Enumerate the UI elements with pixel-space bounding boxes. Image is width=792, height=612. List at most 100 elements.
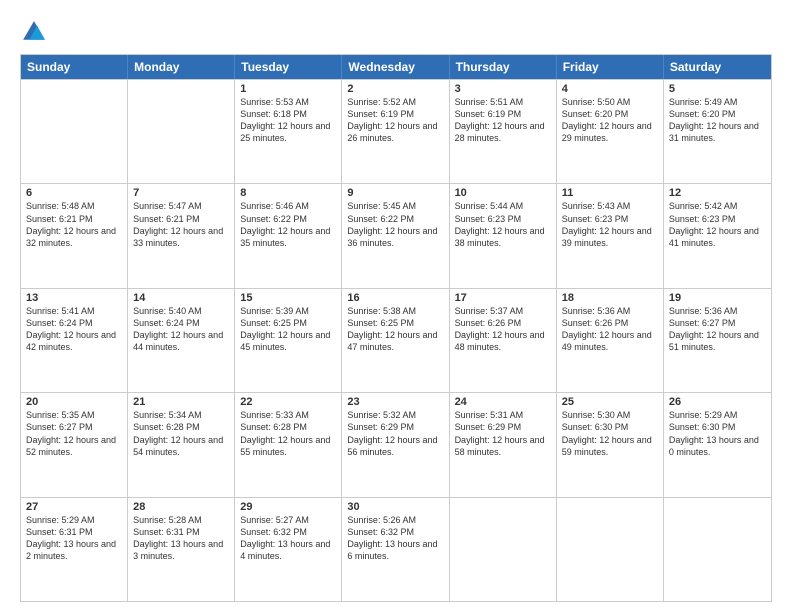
calendar-row: 20Sunrise: 5:35 AM Sunset: 6:27 PM Dayli…: [21, 392, 771, 496]
calendar-cell: [128, 80, 235, 183]
day-info: Sunrise: 5:50 AM Sunset: 6:20 PM Dayligh…: [562, 96, 658, 145]
day-info: Sunrise: 5:53 AM Sunset: 6:18 PM Dayligh…: [240, 96, 336, 145]
calendar-row: 27Sunrise: 5:29 AM Sunset: 6:31 PM Dayli…: [21, 497, 771, 601]
day-number: 15: [240, 292, 336, 304]
day-info: Sunrise: 5:46 AM Sunset: 6:22 PM Dayligh…: [240, 200, 336, 249]
calendar-cell: 2Sunrise: 5:52 AM Sunset: 6:19 PM Daylig…: [342, 80, 449, 183]
day-number: 26: [669, 396, 766, 408]
day-number: 1: [240, 83, 336, 95]
day-info: Sunrise: 5:26 AM Sunset: 6:32 PM Dayligh…: [347, 514, 443, 563]
calendar-cell: 20Sunrise: 5:35 AM Sunset: 6:27 PM Dayli…: [21, 393, 128, 496]
calendar-cell: [450, 498, 557, 601]
day-number: 29: [240, 501, 336, 513]
calendar: SundayMondayTuesdayWednesdayThursdayFrid…: [20, 54, 772, 602]
calendar-cell: 18Sunrise: 5:36 AM Sunset: 6:26 PM Dayli…: [557, 289, 664, 392]
calendar-header: SundayMondayTuesdayWednesdayThursdayFrid…: [21, 55, 771, 79]
calendar-cell: 28Sunrise: 5:28 AM Sunset: 6:31 PM Dayli…: [128, 498, 235, 601]
day-info: Sunrise: 5:27 AM Sunset: 6:32 PM Dayligh…: [240, 514, 336, 563]
day-number: 16: [347, 292, 443, 304]
day-number: 21: [133, 396, 229, 408]
day-number: 7: [133, 187, 229, 199]
calendar-cell: 15Sunrise: 5:39 AM Sunset: 6:25 PM Dayli…: [235, 289, 342, 392]
day-info: Sunrise: 5:40 AM Sunset: 6:24 PM Dayligh…: [133, 305, 229, 354]
calendar-cell: 22Sunrise: 5:33 AM Sunset: 6:28 PM Dayli…: [235, 393, 342, 496]
calendar-cell: 30Sunrise: 5:26 AM Sunset: 6:32 PM Dayli…: [342, 498, 449, 601]
weekday-header: Tuesday: [235, 55, 342, 79]
day-info: Sunrise: 5:35 AM Sunset: 6:27 PM Dayligh…: [26, 409, 122, 458]
day-info: Sunrise: 5:52 AM Sunset: 6:19 PM Dayligh…: [347, 96, 443, 145]
day-number: 30: [347, 501, 443, 513]
day-info: Sunrise: 5:28 AM Sunset: 6:31 PM Dayligh…: [133, 514, 229, 563]
weekday-header: Thursday: [450, 55, 557, 79]
calendar-cell: 1Sunrise: 5:53 AM Sunset: 6:18 PM Daylig…: [235, 80, 342, 183]
calendar-cell: [664, 498, 771, 601]
day-info: Sunrise: 5:33 AM Sunset: 6:28 PM Dayligh…: [240, 409, 336, 458]
day-info: Sunrise: 5:36 AM Sunset: 6:27 PM Dayligh…: [669, 305, 766, 354]
day-info: Sunrise: 5:34 AM Sunset: 6:28 PM Dayligh…: [133, 409, 229, 458]
calendar-cell: 3Sunrise: 5:51 AM Sunset: 6:19 PM Daylig…: [450, 80, 557, 183]
day-number: 22: [240, 396, 336, 408]
weekday-header: Saturday: [664, 55, 771, 79]
day-number: 25: [562, 396, 658, 408]
day-info: Sunrise: 5:39 AM Sunset: 6:25 PM Dayligh…: [240, 305, 336, 354]
calendar-cell: 19Sunrise: 5:36 AM Sunset: 6:27 PM Dayli…: [664, 289, 771, 392]
calendar-cell: 21Sunrise: 5:34 AM Sunset: 6:28 PM Dayli…: [128, 393, 235, 496]
day-info: Sunrise: 5:45 AM Sunset: 6:22 PM Dayligh…: [347, 200, 443, 249]
day-info: Sunrise: 5:43 AM Sunset: 6:23 PM Dayligh…: [562, 200, 658, 249]
calendar-cell: 4Sunrise: 5:50 AM Sunset: 6:20 PM Daylig…: [557, 80, 664, 183]
day-number: 8: [240, 187, 336, 199]
weekday-header: Monday: [128, 55, 235, 79]
day-number: 10: [455, 187, 551, 199]
day-info: Sunrise: 5:32 AM Sunset: 6:29 PM Dayligh…: [347, 409, 443, 458]
day-info: Sunrise: 5:49 AM Sunset: 6:20 PM Dayligh…: [669, 96, 766, 145]
calendar-cell: 13Sunrise: 5:41 AM Sunset: 6:24 PM Dayli…: [21, 289, 128, 392]
calendar-row: 6Sunrise: 5:48 AM Sunset: 6:21 PM Daylig…: [21, 183, 771, 287]
calendar-row: 1Sunrise: 5:53 AM Sunset: 6:18 PM Daylig…: [21, 79, 771, 183]
day-info: Sunrise: 5:51 AM Sunset: 6:19 PM Dayligh…: [455, 96, 551, 145]
day-info: Sunrise: 5:48 AM Sunset: 6:21 PM Dayligh…: [26, 200, 122, 249]
day-number: 5: [669, 83, 766, 95]
calendar-cell: 24Sunrise: 5:31 AM Sunset: 6:29 PM Dayli…: [450, 393, 557, 496]
logo: [20, 18, 52, 46]
day-number: 6: [26, 187, 122, 199]
day-number: 14: [133, 292, 229, 304]
day-number: 28: [133, 501, 229, 513]
calendar-cell: 5Sunrise: 5:49 AM Sunset: 6:20 PM Daylig…: [664, 80, 771, 183]
day-number: 18: [562, 292, 658, 304]
day-info: Sunrise: 5:38 AM Sunset: 6:25 PM Dayligh…: [347, 305, 443, 354]
calendar-cell: 6Sunrise: 5:48 AM Sunset: 6:21 PM Daylig…: [21, 184, 128, 287]
day-info: Sunrise: 5:36 AM Sunset: 6:26 PM Dayligh…: [562, 305, 658, 354]
day-number: 19: [669, 292, 766, 304]
weekday-header: Wednesday: [342, 55, 449, 79]
day-number: 2: [347, 83, 443, 95]
day-info: Sunrise: 5:44 AM Sunset: 6:23 PM Dayligh…: [455, 200, 551, 249]
calendar-row: 13Sunrise: 5:41 AM Sunset: 6:24 PM Dayli…: [21, 288, 771, 392]
calendar-cell: 7Sunrise: 5:47 AM Sunset: 6:21 PM Daylig…: [128, 184, 235, 287]
day-info: Sunrise: 5:29 AM Sunset: 6:30 PM Dayligh…: [669, 409, 766, 458]
day-number: 20: [26, 396, 122, 408]
day-number: 17: [455, 292, 551, 304]
day-number: 23: [347, 396, 443, 408]
day-number: 3: [455, 83, 551, 95]
page-header: [20, 18, 772, 46]
calendar-cell: 12Sunrise: 5:42 AM Sunset: 6:23 PM Dayli…: [664, 184, 771, 287]
calendar-cell: 14Sunrise: 5:40 AM Sunset: 6:24 PM Dayli…: [128, 289, 235, 392]
day-info: Sunrise: 5:47 AM Sunset: 6:21 PM Dayligh…: [133, 200, 229, 249]
day-info: Sunrise: 5:42 AM Sunset: 6:23 PM Dayligh…: [669, 200, 766, 249]
day-info: Sunrise: 5:41 AM Sunset: 6:24 PM Dayligh…: [26, 305, 122, 354]
weekday-header: Friday: [557, 55, 664, 79]
day-number: 13: [26, 292, 122, 304]
day-number: 4: [562, 83, 658, 95]
calendar-cell: 27Sunrise: 5:29 AM Sunset: 6:31 PM Dayli…: [21, 498, 128, 601]
logo-icon: [20, 18, 48, 46]
day-info: Sunrise: 5:30 AM Sunset: 6:30 PM Dayligh…: [562, 409, 658, 458]
calendar-cell: 9Sunrise: 5:45 AM Sunset: 6:22 PM Daylig…: [342, 184, 449, 287]
calendar-body: 1Sunrise: 5:53 AM Sunset: 6:18 PM Daylig…: [21, 79, 771, 601]
day-info: Sunrise: 5:37 AM Sunset: 6:26 PM Dayligh…: [455, 305, 551, 354]
day-number: 11: [562, 187, 658, 199]
day-number: 24: [455, 396, 551, 408]
day-info: Sunrise: 5:31 AM Sunset: 6:29 PM Dayligh…: [455, 409, 551, 458]
day-number: 27: [26, 501, 122, 513]
calendar-cell: 25Sunrise: 5:30 AM Sunset: 6:30 PM Dayli…: [557, 393, 664, 496]
calendar-cell: [21, 80, 128, 183]
